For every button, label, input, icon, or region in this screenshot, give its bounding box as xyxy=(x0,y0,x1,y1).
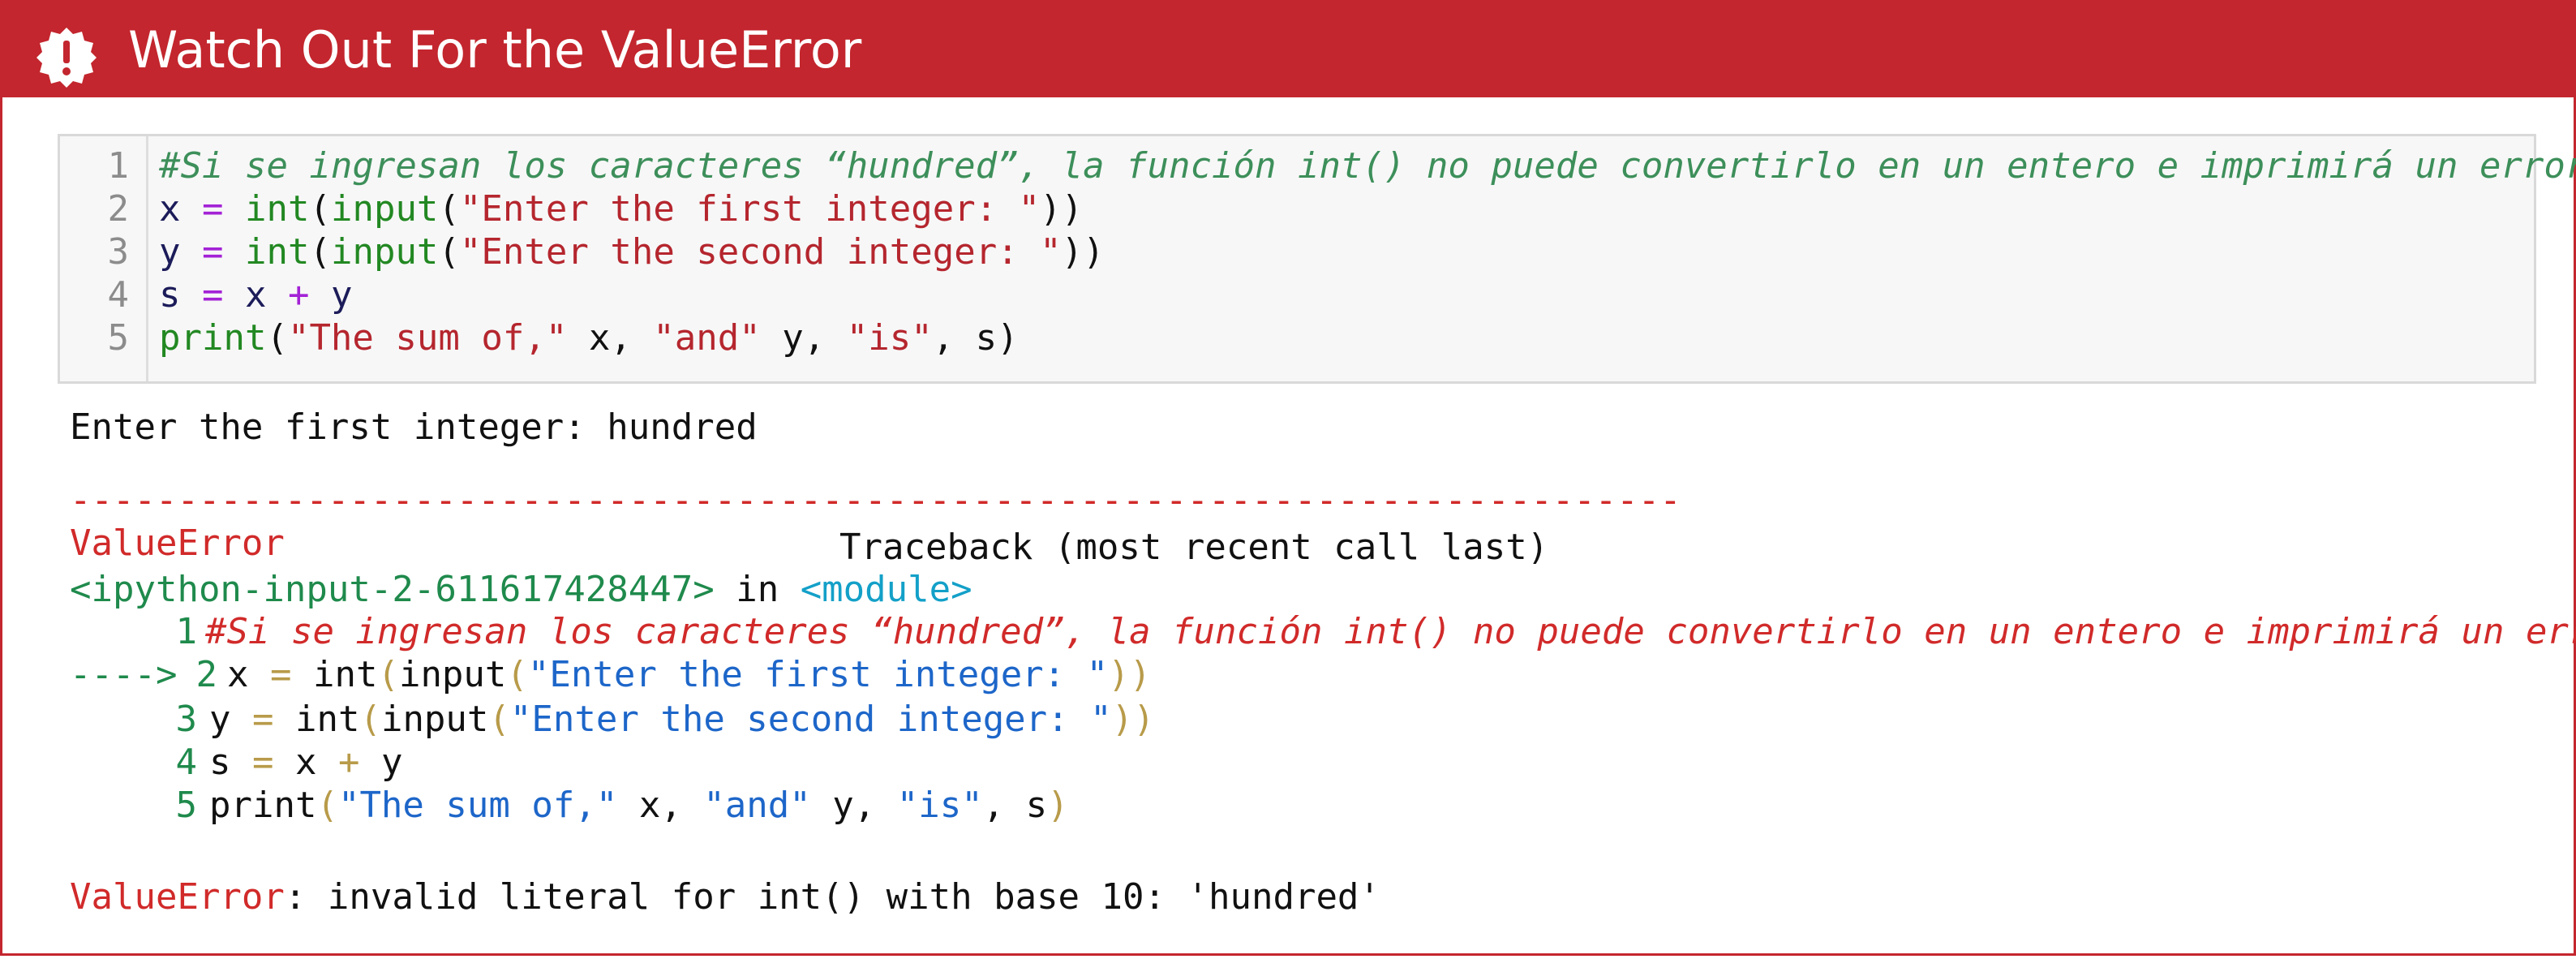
token-op: = xyxy=(180,188,245,230)
token-paren: ( xyxy=(309,188,331,230)
panel-header: Watch Out For the ValueError xyxy=(2,0,2574,97)
line-number-gutter: 1 2 3 4 5 xyxy=(60,136,148,381)
tb-token-string: "Enter the second integer: " xyxy=(509,699,1112,740)
traceback-location: <ipython-input-2-611617428447> in <modul… xyxy=(70,568,972,611)
token-op: = xyxy=(180,231,245,273)
token-string: "Enter the second integer: " xyxy=(459,231,1062,273)
token-paren: )) xyxy=(1061,231,1105,273)
tb-token: int xyxy=(273,699,360,740)
final-error-message: : invalid literal for int() with base 10… xyxy=(284,876,1380,918)
token-paren: ( xyxy=(438,188,460,230)
tb-line-number: 1 xyxy=(175,611,198,652)
final-error-line: ValueError: invalid literal for int() wi… xyxy=(70,875,1380,918)
prompt-output: Enter the first integer: hundred xyxy=(70,406,758,448)
warning-panel: Watch Out For the ValueError 1 2 3 4 5 #… xyxy=(0,0,2576,956)
tb-token-string: "Enter the first integer: " xyxy=(527,654,1109,695)
traceback-separator: ----------------------------------------… xyxy=(70,480,1681,521)
tb-token: input xyxy=(398,654,507,695)
tb-line-number: 5 xyxy=(175,785,198,826)
token-builtin: int xyxy=(244,188,310,230)
tb-line-number: 4 xyxy=(175,742,198,783)
traceback-error-name: ValueError xyxy=(70,523,285,564)
tb-token-string: "The sum of," xyxy=(337,785,618,826)
warning-badge-icon xyxy=(36,28,97,88)
token-paren: ( xyxy=(266,317,288,359)
tb-code-line-5: print("The sum of," x, "and" y, "is", s) xyxy=(209,784,1069,827)
panel-title: Watch Out For the ValueError xyxy=(128,20,862,80)
final-error-name: ValueError xyxy=(70,876,285,918)
token-builtin: int xyxy=(244,231,310,273)
tb-code-line-4: s = x + y xyxy=(209,741,402,784)
token-string: "and" xyxy=(653,317,761,359)
token-var: x xyxy=(244,274,267,316)
token-string: "The sum of," xyxy=(287,317,568,359)
module-ref: <module> xyxy=(800,569,972,610)
token-var: y xyxy=(330,274,353,316)
code-line-3: y = int(input("Enter the second integer:… xyxy=(159,230,1105,273)
token-var: x xyxy=(159,188,181,230)
token-var: y xyxy=(159,231,181,273)
token-var: s xyxy=(159,274,181,316)
token-paren: ( xyxy=(438,231,460,273)
tb-comment: #Si se ingresan los caracteres “hundred”… xyxy=(205,611,2576,652)
in-word: in xyxy=(714,569,801,610)
token-args: , s) xyxy=(932,317,1019,359)
token-args: x, xyxy=(567,317,654,359)
tb-token-paren: ( xyxy=(506,654,528,695)
tb-token-op: = xyxy=(269,654,292,695)
tb-token-paren: )) xyxy=(1111,699,1155,740)
tb-token: x xyxy=(227,654,270,695)
tb-token-paren: ) xyxy=(1047,785,1069,826)
tb-token-paren: ( xyxy=(316,785,338,826)
code-comment: #Si se ingresan los caracteres “hundred”… xyxy=(159,145,2576,187)
code-line-2: x = int(input("Enter the first integer: … xyxy=(159,187,1083,230)
token-args: y, xyxy=(760,317,847,359)
tb-token-paren: ( xyxy=(377,654,399,695)
traceback-title: Traceback (most recent call last) xyxy=(839,527,1549,568)
tb-token: y, xyxy=(810,785,897,826)
tb-token: x xyxy=(273,742,338,783)
tb-line-number: 3 xyxy=(175,699,198,740)
code-line-5: print("The sum of," x, "and" y, "is", s) xyxy=(159,316,1019,359)
line-number: 3 xyxy=(107,231,130,273)
token-paren: ( xyxy=(309,231,331,273)
tb-token-paren: )) xyxy=(1108,654,1152,695)
tb-token-op: = xyxy=(251,742,274,783)
token-string: "is" xyxy=(846,317,933,359)
line-number: 4 xyxy=(107,274,130,316)
token-op: + xyxy=(266,274,331,316)
tb-token: int xyxy=(291,654,378,695)
token-builtin: input xyxy=(330,188,439,230)
token-op: = xyxy=(180,274,245,316)
line-number: 2 xyxy=(107,188,130,230)
code-cell[interactable]: 1 2 3 4 5 #Si se ingresan los caracteres… xyxy=(58,134,2576,384)
tb-code-line-3: y = int(input("Enter the second integer:… xyxy=(209,698,1155,741)
token-builtin: print xyxy=(159,317,267,359)
tb-token-string: "is" xyxy=(896,785,983,826)
input-ref: <ipython-input-2-611617428447> xyxy=(70,569,715,610)
tb-token-op: = xyxy=(251,699,274,740)
tb-code-line-2: x = int(input("Enter the first integer: … xyxy=(227,653,1151,696)
tb-token-op: + xyxy=(337,742,360,783)
line-number: 1 xyxy=(107,145,130,187)
line-number: 5 xyxy=(107,317,130,359)
tb-token: y xyxy=(359,742,403,783)
code-line-4: s = x + y xyxy=(159,273,352,316)
tb-token: s xyxy=(209,742,252,783)
tb-arrow: ----> xyxy=(70,654,178,695)
tb-line-number: 2 xyxy=(195,654,218,695)
tb-token: input xyxy=(380,699,489,740)
token-builtin: input xyxy=(330,231,439,273)
tb-token: print xyxy=(209,785,317,826)
tb-token: x, xyxy=(617,785,704,826)
token-paren: )) xyxy=(1040,188,1084,230)
tb-token: y xyxy=(209,699,252,740)
tb-token-paren: ( xyxy=(488,699,510,740)
tb-token-string: "and" xyxy=(703,785,811,826)
tb-token-paren: ( xyxy=(359,699,381,740)
token-string: "Enter the first integer: " xyxy=(459,188,1041,230)
tb-token: , s xyxy=(982,785,1048,826)
